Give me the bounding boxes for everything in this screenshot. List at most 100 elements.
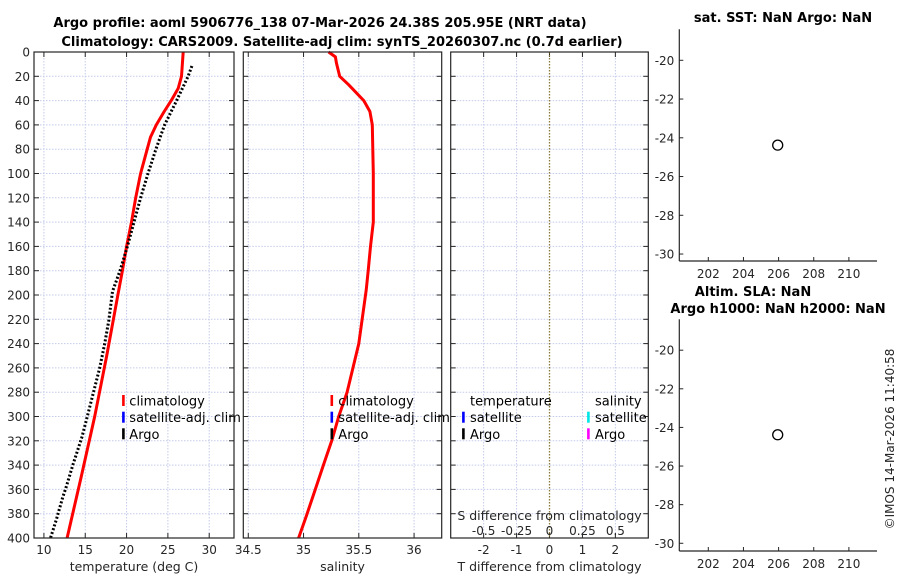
x-tick-label: 210 [837, 267, 860, 281]
secondary-x-axis-label: S difference from climatology [457, 508, 642, 523]
legend-marker [330, 428, 334, 440]
y-tick-label: 200 [7, 289, 30, 303]
legend-label: satellite [470, 411, 522, 426]
y-tick-label: 400 [7, 532, 30, 546]
y-tick-label: 340 [7, 459, 30, 473]
y-tick-label: -28 [655, 498, 675, 512]
legend-marker [462, 411, 465, 423]
secondary-x-tick-label: 0.25 [569, 524, 596, 538]
y-tick-label: 280 [7, 386, 30, 400]
x-tick-label: 15 [78, 543, 93, 557]
y-tick-label: 320 [7, 434, 30, 448]
sst-map-panel: sat. SST: NaN Argo: NaN -20 -22 -24 -26 -28 -3… [655, 11, 877, 281]
argo-profile-line [49, 65, 194, 539]
difference-panel: -2 -1 0 1 2 T difference from climatology S di… [450, 51, 649, 574]
y-tick-label: 380 [7, 507, 30, 521]
map-title: Argo h1000: NaN h2000: NaN [670, 302, 885, 317]
y-tick-label: 160 [7, 240, 30, 254]
y-tick-label: -22 [655, 382, 675, 396]
x-tick-label: 35.5 [345, 543, 372, 557]
x-tick-label: 20 [119, 543, 134, 557]
y-tick-label: 120 [7, 191, 30, 205]
x-tick-label: 36 [406, 543, 421, 557]
x-tick-label: 25 [160, 543, 175, 557]
salinity-panel: 34.5 35 35.5 36 salinity climatologysatellite… [235, 50, 450, 574]
y-tick-label: -30 [655, 248, 675, 262]
secondary-x-tick-label: 0 [546, 524, 554, 538]
x-tick-label: 202 [697, 557, 720, 571]
y-tick-label: -26 [655, 460, 675, 474]
y-tick-label: -30 [655, 537, 675, 551]
legend-marker [330, 411, 334, 423]
y-tick-label: 240 [7, 337, 30, 351]
legend-heading: temperature [470, 395, 552, 410]
x-tick-label: 206 [767, 267, 790, 281]
x-tick-label: 0 [546, 543, 554, 557]
y-tick-label: -20 [655, 54, 675, 68]
legend-marker [330, 395, 334, 406]
y-tick-label: 40 [15, 94, 30, 108]
y-tick-label: 220 [7, 313, 30, 327]
x-tick-label: 34.5 [235, 543, 262, 557]
x-tick-label: 208 [802, 557, 825, 571]
legend-marker [122, 395, 125, 406]
x-tick-label: 1 [579, 543, 587, 557]
x-tick-label: 204 [732, 557, 755, 571]
x-axis-label: temperature (deg C) [70, 559, 199, 574]
map-title: Altim. SLA: NaN [695, 285, 811, 300]
y-tick-label: -20 [655, 344, 675, 358]
legend-label: satellite-adj. clim [338, 411, 450, 426]
y-tick-label: 20 [15, 70, 30, 84]
x-tick-label: -2 [478, 543, 490, 557]
legend-marker [122, 428, 125, 440]
x-tick-label: 10 [36, 543, 51, 557]
y-tick-label: -28 [655, 209, 675, 223]
legend-label: climatology [129, 395, 205, 410]
legend-marker [122, 411, 125, 423]
y-tick-label: 180 [7, 264, 30, 278]
secondary-x-tick-label: -0.5 [472, 524, 495, 538]
legend-heading: salinity [595, 395, 642, 410]
figure-title-line2: Climatology: CARS2009. Satellite-adj cli… [61, 35, 622, 50]
secondary-x-tick-label: 0.5 [606, 524, 625, 538]
legend-label: climatology [338, 395, 414, 410]
map-title: sat. SST: NaN Argo: NaN [694, 11, 872, 26]
legend-label: Argo [595, 428, 625, 443]
y-tick-label: 60 [15, 118, 30, 132]
y-tick-label: 100 [7, 167, 30, 181]
argo-profile-figure: Argo profile: aoml 5906776_138 07-Mar-20… [7, 11, 897, 575]
x-tick-label: 206 [767, 557, 790, 571]
y-tick-label: 140 [7, 216, 30, 230]
legend-temperature: temperaturesatellite Argo [462, 395, 552, 443]
y-tick-label: 0 [22, 46, 30, 60]
argo-position-marker [772, 139, 784, 151]
x-tick-label: -1 [511, 543, 523, 557]
y-tick-label: -22 [655, 93, 675, 107]
y-tick-label: 80 [15, 143, 30, 157]
legend-label: satellite-adj. clim [129, 411, 241, 426]
secondary-x-tick-label: -0.25 [501, 524, 532, 538]
figure-title-line1: Argo profile: aoml 5906776_138 07-Mar-20… [53, 16, 586, 31]
x-tick-label: 210 [837, 557, 860, 571]
x-tick-label: 208 [802, 267, 825, 281]
legend-salinity: salinitysatellite Argo [587, 395, 647, 443]
legend: climatologysatellite-adj. clim Argo [330, 395, 450, 443]
x-axis-label: T difference from climatology [456, 559, 642, 574]
temperature-panel: 0 20 40 60 80 100 120 140 160 180 200 220 240 260 280 3… [7, 46, 241, 575]
legend-marker [587, 428, 590, 440]
legend-label: Argo [129, 428, 159, 443]
legend: climatologysatellite-adj. clim Argo [122, 395, 241, 443]
x-tick-label: 2 [612, 543, 620, 557]
legend-label: satellite [595, 411, 647, 426]
legend-label: Argo [338, 428, 368, 443]
x-tick-label: 202 [697, 267, 720, 281]
x-tick-label: 35 [296, 543, 311, 557]
y-tick-label: 300 [7, 410, 30, 424]
x-axis-label: salinity [320, 559, 365, 574]
legend-label: Argo [470, 428, 500, 443]
sla-map-panel: Altim. SLA: NaN Argo h1000: NaN h2000: Na… [655, 285, 886, 571]
y-tick-label: -24 [655, 131, 675, 145]
y-tick-label: 360 [7, 483, 30, 497]
y-tick-label: -24 [655, 421, 675, 435]
argo-position-marker [772, 429, 784, 441]
